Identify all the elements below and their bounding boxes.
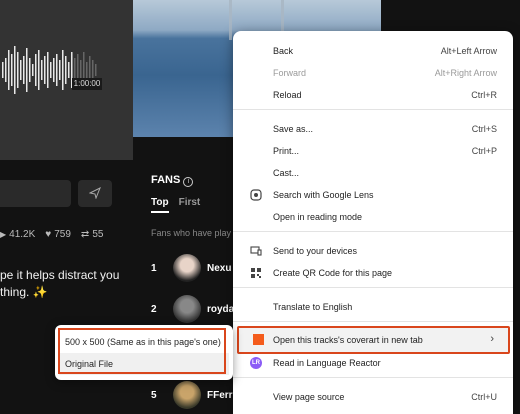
menu-item-label: Print... <box>273 146 300 156</box>
fans-description: Fans who have play <box>151 228 232 238</box>
timestamp-badge: 1:00:00 <box>72 78 102 90</box>
send-icon <box>88 186 101 200</box>
menu-item-shortcut: Ctrl+P <box>471 146 497 156</box>
menu-item-label: Translate to English <box>273 302 353 312</box>
menu-separator <box>233 231 513 232</box>
tab-first[interactable]: First <box>179 197 201 213</box>
menu-item-language-reactor[interactable]: LR Read in Language Reactor <box>233 352 513 374</box>
menu-item-label: Cast... <box>273 168 300 178</box>
menu-item-cast[interactable]: Cast... <box>233 162 513 184</box>
waveform <box>2 46 97 94</box>
menu-item-label: Send to your devices <box>273 246 358 256</box>
menu-item-open-coverart[interactable]: Open this tracks's coverart in new tab › <box>237 326 510 354</box>
likes-stat[interactable]: ♥ 759 <box>45 229 71 240</box>
reposts-stat[interactable]: ⇄ 55 <box>81 229 104 240</box>
lens-icon <box>250 189 262 201</box>
menu-item-print[interactable]: Print... Ctrl+P <box>233 140 513 162</box>
menu-separator <box>233 109 513 110</box>
play-icon: ▶ <box>0 229 7 239</box>
menu-item-qr-code[interactable]: Create QR Code for this page <box>233 262 513 284</box>
fans-tabs: Top First <box>151 197 200 213</box>
menu-item-label: View page source <box>273 392 345 402</box>
fan-row[interactable]: 1 Nexu <box>151 254 231 282</box>
menu-item-label: Open in reading mode <box>273 212 363 222</box>
reposts-count: 55 <box>92 228 104 240</box>
menu-item-save-as[interactable]: Save as... Ctrl+S <box>233 118 513 140</box>
avatar[interactable] <box>173 381 201 409</box>
menu-item-forward: Forward Alt+Right Arrow <box>233 62 513 84</box>
heart-icon: ♥ <box>45 228 52 240</box>
description-line-1: pe it helps distract you <box>0 268 120 282</box>
menu-item-back[interactable]: Back Alt+Left Arrow <box>233 40 513 62</box>
menu-item-label: Search with Google Lens <box>273 190 374 200</box>
fan-rank: 1 <box>151 262 157 274</box>
avatar[interactable] <box>173 295 201 323</box>
menu-item-shortcut: Ctrl+R <box>471 90 497 100</box>
submenu-highlight-border <box>58 328 226 374</box>
fan-name[interactable]: Nexu <box>207 263 231 274</box>
language-reactor-icon: LR <box>250 357 262 369</box>
menu-item-send-to-devices[interactable]: Send to your devices <box>233 240 513 262</box>
tab-top[interactable]: Top <box>151 197 169 213</box>
fan-name[interactable]: FFerr <box>207 390 233 401</box>
fan-row[interactable]: 5 FFerr <box>151 381 233 409</box>
menu-item-label: Reload <box>273 90 302 100</box>
info-icon[interactable]: i <box>183 177 194 187</box>
menu-item-reading-mode[interactable]: Open in reading mode <box>233 206 513 228</box>
fan-row[interactable]: 2 royda <box>151 295 234 323</box>
menu-item-shortcut: Alt+Left Arrow <box>440 46 497 56</box>
fan-name[interactable]: royda <box>207 304 234 315</box>
menu-item-reload[interactable]: Reload Ctrl+R <box>233 84 513 106</box>
menu-item-shortcut: Alt+Right Arrow <box>434 68 497 78</box>
menu-item-label: Create QR Code for this page <box>273 268 393 278</box>
extension-orange-icon <box>252 334 264 346</box>
plays-stat: ▶ 41.2K <box>0 229 35 240</box>
fan-rank: 5 <box>151 389 157 401</box>
menu-item-label: Open this tracks's coverart in new tab <box>273 335 423 345</box>
menu-item-translate[interactable]: Translate to English <box>233 296 513 318</box>
devices-icon <box>250 245 262 257</box>
fans-title: FANS <box>151 174 181 186</box>
menu-item-label: Save as... <box>273 124 314 134</box>
waveform-panel[interactable]: 1:00:00 <box>0 0 133 160</box>
comment-input[interactable] <box>0 180 71 207</box>
qr-icon <box>250 267 262 279</box>
menu-item-label: Read in Language Reactor <box>273 358 381 368</box>
fan-rank: 2 <box>151 303 157 315</box>
likes-count: 759 <box>54 228 71 240</box>
description-line-2: thing. ✨ <box>0 285 48 299</box>
context-menu: Back Alt+Left Arrow Forward Alt+Right Ar… <box>233 31 513 414</box>
menu-item-shortcut: Ctrl+U <box>471 392 497 402</box>
repost-icon: ⇄ <box>80 228 90 240</box>
track-stats: ▶ 41.2K ♥ 759 ⇄ 55 <box>0 227 103 241</box>
menu-item-label: Back <box>273 46 294 56</box>
plays-count: 41.2K <box>9 228 36 240</box>
menu-item-label: Forward <box>273 68 307 78</box>
menu-item-google-lens[interactable]: Search with Google Lens <box>233 184 513 206</box>
chevron-right-icon: › <box>490 333 494 345</box>
menu-item-shortcut: Ctrl+S <box>471 124 497 134</box>
avatar[interactable] <box>173 254 201 282</box>
fans-heading: FANS i <box>151 174 194 187</box>
menu-item-view-source[interactable]: View page source Ctrl+U <box>233 386 513 408</box>
menu-separator <box>233 377 513 378</box>
menu-separator <box>233 287 513 288</box>
menu-separator <box>233 321 513 322</box>
send-comment-button[interactable] <box>78 180 112 207</box>
